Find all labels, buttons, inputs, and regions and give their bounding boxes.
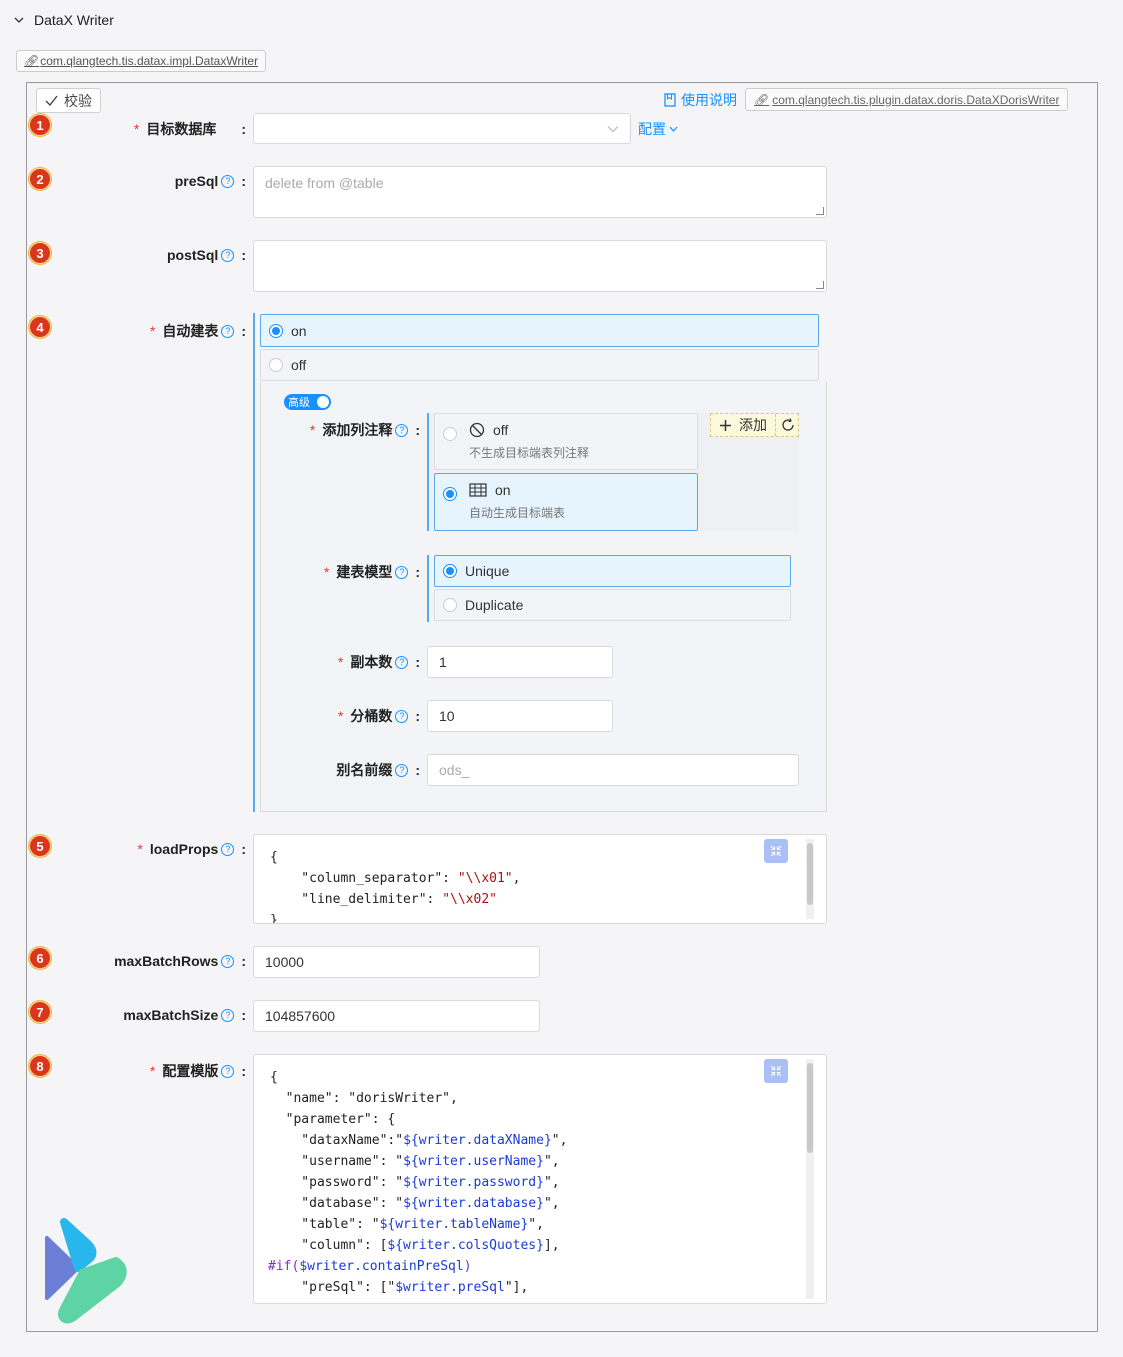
check-icon bbox=[45, 95, 58, 106]
editor-scrollbar[interactable] bbox=[806, 1059, 814, 1299]
loadprops-label: * loadProps?: bbox=[137, 841, 246, 857]
radio-unselected-icon bbox=[443, 598, 457, 612]
step-badge-8: 8 bbox=[29, 1055, 51, 1077]
buckets-label: * 分桶数?: bbox=[337, 708, 420, 724]
resize-handle[interactable] bbox=[816, 207, 824, 215]
add-comment-label: * 添加列注释?: bbox=[309, 422, 420, 438]
template-code-editor[interactable]: { "name": "dorisWriter", "parameter": { … bbox=[253, 1054, 827, 1304]
model-label: * 建表模型?: bbox=[323, 564, 420, 580]
step-badge-1: 1 bbox=[29, 114, 51, 136]
model-group-bar bbox=[427, 555, 429, 622]
help-icon: ? bbox=[221, 1064, 235, 1078]
impl-class-link[interactable]: 🔗︎ com.qlangtech.tis.datax.impl.DataxWri… bbox=[16, 50, 267, 72]
replicas-input[interactable]: 1 bbox=[427, 646, 613, 678]
step-badge-7: 7 bbox=[29, 1001, 51, 1023]
manual-link[interactable]: 使用说明 bbox=[664, 90, 737, 110]
postsql-textarea[interactable] bbox=[253, 240, 827, 292]
help-icon: ? bbox=[221, 842, 235, 856]
step-badge-5: 5 bbox=[29, 835, 51, 857]
app-logo-icon bbox=[45, 1218, 127, 1324]
link-icon: 🔗︎ bbox=[754, 92, 770, 107]
radio-selected-icon bbox=[443, 564, 457, 578]
auto-create-label: * 自动建表?: bbox=[149, 323, 246, 339]
chevron-down-icon bbox=[607, 125, 619, 132]
help-icon: ? bbox=[395, 655, 409, 669]
help-icon: ? bbox=[395, 565, 409, 579]
editor-scrollbar[interactable] bbox=[806, 839, 814, 919]
max-batch-size-label: maxBatchSize?: bbox=[123, 1007, 246, 1023]
alias-prefix-label: 别名前缀?: bbox=[336, 762, 420, 778]
presql-label: preSql?: bbox=[174, 173, 246, 189]
chevron-down-icon bbox=[14, 17, 24, 23]
max-batch-rows-input[interactable]: 10000 bbox=[253, 946, 540, 978]
alias-prefix-input[interactable]: ods_ bbox=[427, 754, 799, 786]
step-badge-3: 3 bbox=[29, 242, 51, 264]
plugin-class-link[interactable]: 🔗︎ com.qlangtech.tis.plugin.datax.doris.… bbox=[745, 88, 1069, 111]
auto-create-option-off[interactable]: off bbox=[260, 349, 819, 381]
auto-create-option-on[interactable]: on bbox=[260, 314, 819, 347]
config-dropdown-link[interactable]: 配置 bbox=[638, 119, 678, 139]
radio-selected-icon bbox=[269, 323, 283, 338]
help-icon: ? bbox=[221, 174, 235, 188]
help-icon: ? bbox=[395, 709, 409, 723]
auto-create-group-bar bbox=[253, 313, 255, 812]
radio-selected-icon bbox=[443, 487, 457, 501]
postsql-label: postSql?: bbox=[166, 247, 246, 263]
radio-unselected-icon bbox=[269, 358, 283, 372]
section-header[interactable]: DataX Writer bbox=[14, 12, 114, 28]
help-icon: ? bbox=[395, 763, 409, 777]
help-icon: ? bbox=[221, 1008, 235, 1022]
section-title: DataX Writer bbox=[34, 12, 114, 28]
help-icon: ? bbox=[221, 324, 235, 338]
verify-button[interactable]: 校验 bbox=[36, 88, 101, 113]
step-badge-6: 6 bbox=[29, 947, 51, 969]
target-db-select[interactable] bbox=[253, 113, 631, 144]
max-batch-rows-label: maxBatchRows?: bbox=[114, 953, 246, 969]
loadprops-code-editor[interactable]: { "column_separator": "\\x01", "line_del… bbox=[253, 834, 827, 924]
add-option-button[interactable]: 添加 bbox=[710, 413, 799, 437]
document-icon bbox=[664, 93, 676, 107]
model-option-duplicate[interactable]: Duplicate bbox=[434, 589, 791, 621]
help-icon: ? bbox=[395, 423, 409, 437]
step-badge-4: 4 bbox=[29, 316, 51, 338]
chevron-down-icon bbox=[669, 126, 678, 132]
template-label: * 配置模版?: bbox=[149, 1063, 246, 1079]
plus-icon bbox=[720, 419, 731, 431]
target-db-label: * 目标数据库: bbox=[133, 121, 246, 137]
replicas-label: * 副本数?: bbox=[337, 654, 420, 670]
link-icon: 🔗︎ bbox=[24, 54, 40, 68]
advanced-toggle[interactable]: 高级 bbox=[284, 394, 331, 410]
table-icon bbox=[469, 483, 487, 497]
ban-icon bbox=[469, 422, 485, 438]
refresh-icon[interactable] bbox=[781, 418, 795, 432]
max-batch-size-input[interactable]: 104857600 bbox=[253, 1000, 540, 1032]
model-option-unique[interactable]: Unique bbox=[434, 555, 791, 587]
collapse-editor-icon[interactable] bbox=[764, 1059, 788, 1083]
add-comment-option-off[interactable]: off 不生成目标端表列注释 bbox=[434, 413, 698, 470]
step-badge-2: 2 bbox=[29, 168, 51, 190]
collapse-editor-icon[interactable] bbox=[764, 839, 788, 863]
radio-unselected-icon bbox=[443, 427, 457, 441]
help-icon: ? bbox=[221, 248, 235, 262]
buckets-input[interactable]: 10 bbox=[427, 700, 613, 732]
help-icon: ? bbox=[221, 954, 235, 968]
presql-textarea[interactable]: delete from @table bbox=[253, 166, 827, 218]
resize-handle[interactable] bbox=[816, 281, 824, 289]
add-comment-option-on[interactable]: on 自动生成目标端表 bbox=[434, 473, 698, 531]
